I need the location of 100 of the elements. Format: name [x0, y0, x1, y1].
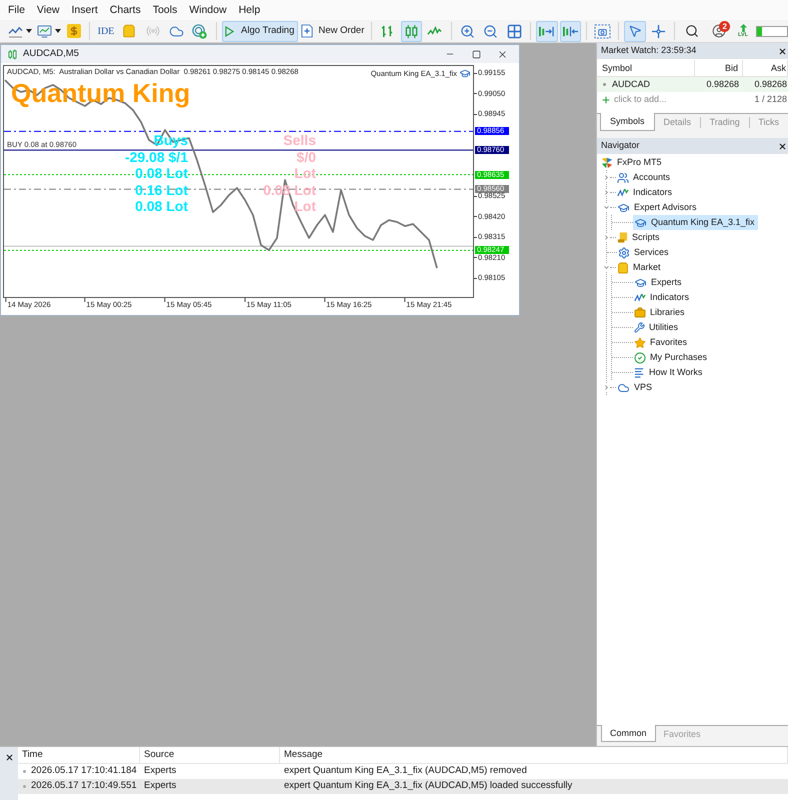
- tree-item[interactable]: Favorites: [633, 335, 690, 350]
- menu-item[interactable]: Charts: [104, 0, 147, 20]
- log-message: expert Quantum King EA_3.1_fix (AUDCAD,M5) loaded successfully: [283, 779, 574, 794]
- column-header[interactable]: Source: [140, 747, 280, 763]
- person-arrow-icon: [738, 24, 748, 32]
- menu-item[interactable]: Insert: [66, 0, 104, 20]
- panel-title: Navigator: [601, 139, 640, 152]
- indicator-line-icon: [617, 187, 629, 198]
- zoom-out-icon: [483, 24, 498, 38]
- close-icon[interactable]: [4, 753, 14, 762]
- sell-stats-text: $/0: [296, 148, 316, 165]
- document-plus-icon: [301, 24, 314, 38]
- menu-item[interactable]: Tools: [146, 0, 184, 20]
- graduation-cap-icon: [634, 216, 647, 228]
- notification-badge: 2: [719, 20, 730, 32]
- cursor-icon: [628, 24, 642, 38]
- tree-item[interactable]: Market: [616, 260, 664, 275]
- tree-item[interactable]: VPS: [616, 380, 656, 395]
- shopping-bag-icon: [617, 262, 629, 274]
- tree-item[interactable]: How It Works: [633, 365, 706, 380]
- panel-tab[interactable]: Common: [601, 725, 656, 742]
- camera-icon: [594, 24, 612, 38]
- buy-stats-text: 0.08 Lot: [135, 198, 188, 214]
- window-title: AUDCAD,M5: [23, 46, 79, 61]
- column-header[interactable]: Time: [18, 747, 140, 763]
- indicator-line-icon: [634, 292, 646, 303]
- symbol-name: AUDCAD: [612, 78, 650, 91]
- candlestick-icon: [8, 48, 17, 60]
- signal-icon: [146, 24, 160, 38]
- ide-button[interactable]: IDE: [95, 20, 117, 42]
- ask-price: 0.98268: [753, 78, 788, 91]
- expert-title: Quantum King: [11, 78, 190, 108]
- tree-item[interactable]: Accounts: [616, 170, 674, 185]
- search-icon: [685, 24, 700, 38]
- check-circle-icon: [634, 352, 646, 364]
- menu-item[interactable]: File: [2, 0, 31, 20]
- users-icon: [617, 172, 629, 184]
- menu-item[interactable]: View: [30, 0, 66, 20]
- symbol-row[interactable]: AUDCAD 0.98268 0.98268: [597, 77, 788, 92]
- chart-shift-button[interactable]: [560, 20, 581, 42]
- panel-tab[interactable]: Symbols: [600, 113, 655, 131]
- menu-item[interactable]: Help: [232, 0, 266, 20]
- zoom-in-icon: [460, 24, 475, 38]
- column-header[interactable]: Message: [280, 747, 788, 763]
- log-source: Experts: [143, 779, 178, 794]
- line-chart-icon: [8, 24, 23, 38]
- scroll-icon: [617, 232, 628, 243]
- star-icon: [634, 336, 646, 348]
- column-header[interactable]: Bid: [695, 60, 743, 76]
- maximize-icon: [472, 50, 480, 58]
- tree-item[interactable]: Expert Advisors: [616, 200, 700, 215]
- cloud-icon: [617, 382, 630, 394]
- candlestick-chart-button[interactable]: [400, 20, 422, 42]
- buy-stats-text: -29.08 $/1: [124, 148, 188, 165]
- tree-item[interactable]: Scripts: [616, 230, 663, 245]
- column-header[interactable]: Symbol: [597, 60, 695, 76]
- auto-scroll-button[interactable]: [536, 20, 558, 42]
- menu-item[interactable]: Window: [183, 0, 233, 20]
- tree-item[interactable]: Indicators: [616, 185, 676, 200]
- tree-item[interactable]: Experts: [633, 275, 685, 290]
- crosshair-icon: [651, 24, 666, 38]
- tree-item[interactable]: Libraries: [633, 305, 688, 320]
- bullet-icon: [603, 83, 606, 86]
- notifications-button[interactable]: 2: [706, 20, 732, 42]
- sell-stats-text: Sells: [283, 132, 316, 148]
- caret-icon: [26, 29, 32, 33]
- buy-stats-text: Buys: [154, 132, 188, 148]
- bullet-icon: [23, 785, 26, 788]
- text-lines-icon: [634, 367, 645, 378]
- column-header[interactable]: Ask: [743, 60, 788, 76]
- close-icon[interactable]: [778, 46, 787, 56]
- log-row[interactable]: 2026.05.17 17:10:49.551 Experts expert Quantum King EA_3.1_fix (AUDCAD,M5) loaded successfully: [18, 779, 788, 794]
- bullet-icon: [23, 770, 26, 773]
- tree-item[interactable]: My Purchases: [633, 350, 710, 365]
- user-icon: [712, 24, 726, 38]
- tree-item[interactable]: Services: [617, 245, 672, 260]
- buy-stats-text: 0.08 Lot: [135, 165, 188, 182]
- new-order-button[interactable]: New Order: [300, 20, 366, 42]
- log-source: Experts: [143, 764, 178, 778]
- grid-icon: [506, 24, 522, 38]
- graduation-cap-icon: [617, 202, 630, 214]
- tree-item[interactable]: Utilities: [633, 320, 682, 335]
- graduation-cap-icon: [634, 276, 647, 288]
- buy-stats-text: 0.16 Lot: [135, 182, 188, 198]
- close-icon[interactable]: [778, 142, 787, 150]
- algo-trading-button[interactable]: Algo Trading: [222, 20, 298, 42]
- graduation-cap-icon: [459, 68, 471, 79]
- tree-item[interactable]: FxPro MT5: [600, 155, 665, 170]
- log-message: expert Quantum King EA_3.1_fix (AUDCAD,M5) removed: [283, 764, 528, 778]
- gear-icon: [618, 246, 630, 258]
- add-symbol-hint[interactable]: click to add...: [614, 93, 667, 107]
- caret-icon: [55, 29, 62, 33]
- plus-icon[interactable]: [601, 95, 611, 105]
- bid-price: 0.98268: [705, 78, 740, 91]
- shopping-bag-icon: [122, 24, 136, 38]
- cursor-button[interactable]: [624, 20, 646, 42]
- briefcase-icon: [634, 306, 646, 318]
- tree-item[interactable]: Quantum King EA_3.1_fix: [633, 215, 758, 230]
- logo-icon: [601, 156, 613, 168]
- tree-item[interactable]: Indicators: [633, 290, 692, 305]
